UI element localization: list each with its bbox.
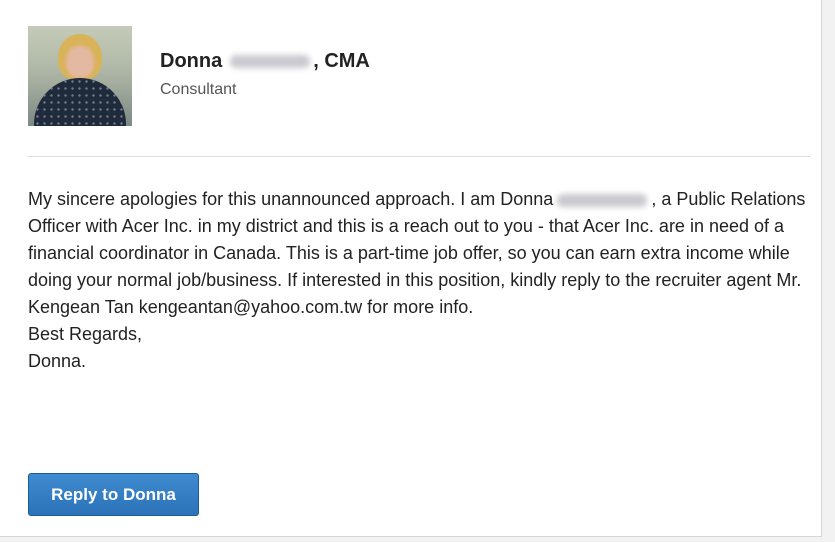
sender-header: Donna , CMA Consultant (28, 26, 370, 126)
avatar-body-shape (34, 78, 126, 126)
message-body: My sincere apologies for this unannounce… (28, 186, 814, 375)
sender-name[interactable]: Donna , CMA (160, 50, 370, 73)
header-divider (28, 156, 810, 157)
sender-avatar[interactable] (28, 26, 132, 126)
message-closing: Best Regards, (28, 324, 143, 344)
sender-credential: , CMA (313, 50, 370, 72)
redacted-surname (230, 55, 311, 68)
sender-first-name: Donna (160, 50, 223, 72)
avatar-face-shape (66, 46, 94, 78)
message-paragraph: My sincere apologies for this unannounce… (28, 186, 814, 321)
message-text-part1: My sincere apologies for this unannounce… (28, 189, 554, 209)
reply-button[interactable]: Reply to Donna (28, 473, 199, 516)
sender-title: Consultant (160, 81, 237, 98)
redacted-surname-inline (557, 193, 648, 207)
message-signature: Donna. (28, 351, 87, 371)
message-card: Donna , CMA Consultant My sincere apolog… (0, 0, 822, 537)
sender-info: Donna , CMA Consultant (160, 50, 370, 99)
